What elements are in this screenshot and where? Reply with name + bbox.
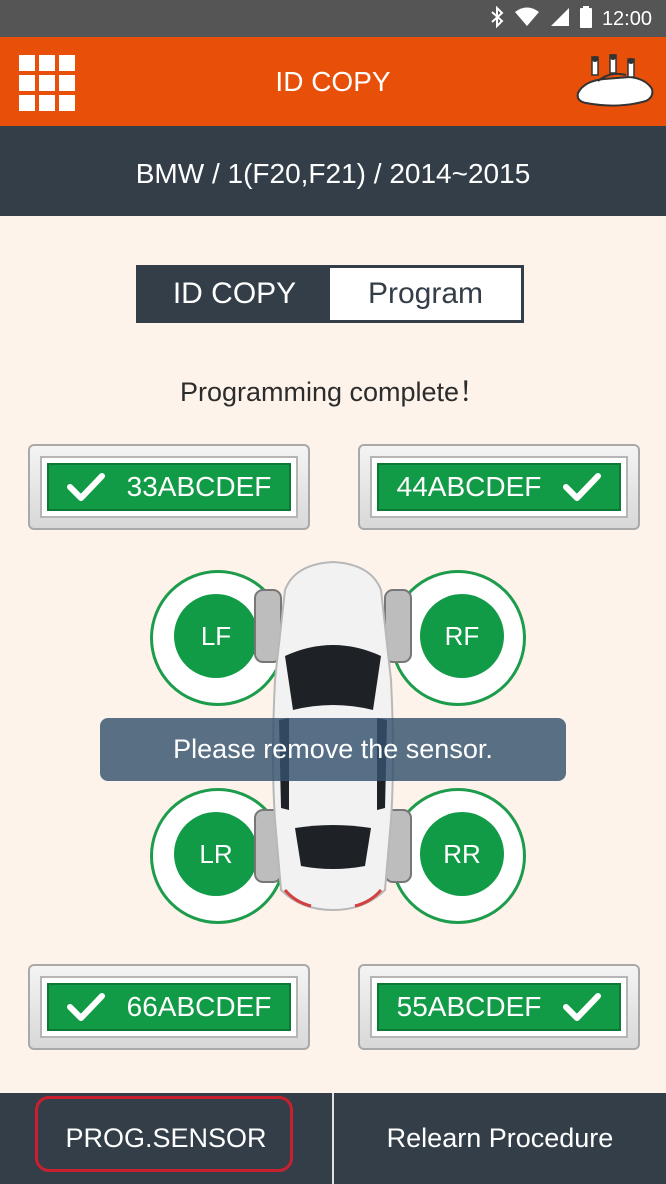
app-bar: ID COPY	[0, 37, 666, 126]
check-icon	[563, 993, 602, 1021]
wheel-rf[interactable]: RF	[420, 594, 504, 678]
sensor-box-front-left[interactable]: 33ABCDEF	[28, 444, 310, 530]
prog-sensor-highlight	[35, 1096, 293, 1172]
sensor-box-front-right[interactable]: 44ABCDEF	[358, 444, 640, 530]
status-message: Programming complete！	[179, 377, 487, 407]
mode-toggle: ID COPY Program	[136, 265, 524, 323]
status-time: 12:00	[601, 7, 652, 30]
tab-id-copy[interactable]: ID COPY	[139, 268, 330, 320]
sensor-id-rear-left: 66ABCDEF	[126, 991, 272, 1022]
toast-message: Please remove the sensor.	[100, 718, 566, 781]
tab-program[interactable]: Program	[330, 268, 521, 320]
status-bar: 12:00	[0, 0, 666, 37]
bluetooth-icon	[490, 5, 504, 33]
car-logo-icon[interactable]	[574, 51, 656, 111]
app-title: ID COPY	[275, 66, 391, 97]
signal-icon	[550, 7, 570, 32]
battery-icon	[579, 5, 592, 33]
sensor-id-rear-right: 55ABCDEF	[396, 991, 542, 1022]
relearn-procedure-button[interactable]: Relearn Procedure	[334, 1093, 666, 1184]
wifi-icon	[514, 7, 540, 32]
status-icons: 12:00	[490, 5, 652, 33]
check-icon	[563, 473, 602, 501]
check-icon	[66, 993, 105, 1021]
check-icon	[66, 473, 105, 501]
sensor-id-front-right: 44ABCDEF	[396, 471, 542, 502]
wheel-rr[interactable]: RR	[420, 812, 504, 896]
vehicle-label: BMW / 1(F20,F21) / 2014~2015	[0, 126, 666, 216]
bottom-bar: PROG.SENSOR Relearn Procedure	[0, 1093, 666, 1184]
sensor-id-front-left: 33ABCDEF	[126, 471, 272, 502]
sensor-box-rear-left[interactable]: 66ABCDEF	[28, 964, 310, 1050]
sensor-box-rear-right[interactable]: 55ABCDEF	[358, 964, 640, 1050]
